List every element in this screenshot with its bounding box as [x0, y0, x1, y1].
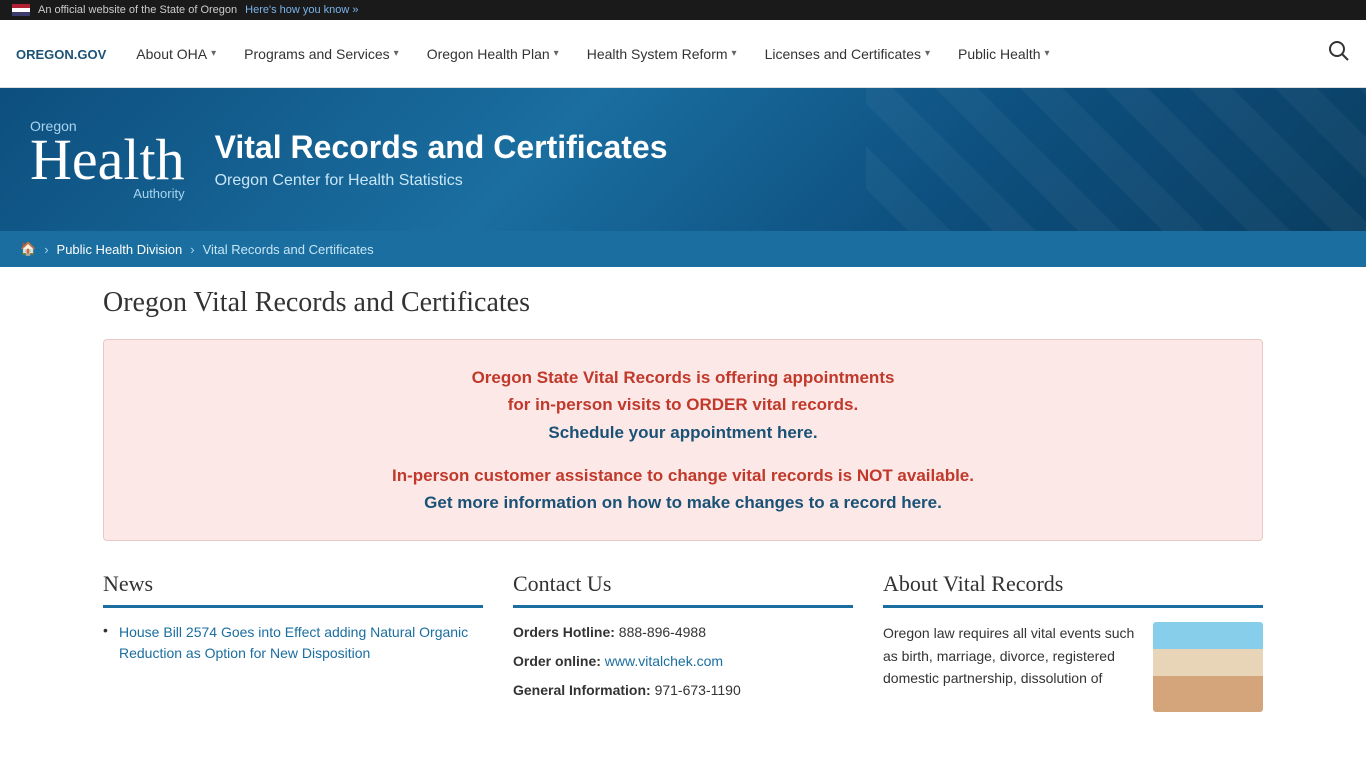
contact-label-general: General Information: — [513, 682, 651, 698]
hero-title-area: Vital Records and Certificates Oregon Ce… — [215, 129, 668, 190]
make-changes-link[interactable]: Get more information on how to make chan… — [424, 493, 942, 512]
news-list: House Bill 2574 Goes into Effect adding … — [103, 622, 483, 664]
news-column: News House Bill 2574 Goes into Effect ad… — [103, 571, 483, 712]
contact-value-hotline: 888-896-4988 — [619, 624, 706, 640]
breadcrumb-separator: › — [44, 242, 48, 257]
contact-link-vitalchek[interactable]: www.vitalchek.com — [605, 653, 723, 669]
state-flag-icon — [12, 4, 30, 16]
about-text: Oregon law requires all vital events suc… — [883, 622, 1139, 712]
three-columns: News House Bill 2574 Goes into Effect ad… — [103, 571, 1263, 712]
nav-items: About OHA ▾ Programs and Services ▾ Oreg… — [122, 24, 1320, 84]
breadcrumb-home-link[interactable]: 🏠 — [20, 241, 36, 257]
chevron-down-icon: ▾ — [394, 48, 399, 59]
notice-line-2: for in-person visits to ORDER vital reco… — [144, 391, 1222, 418]
hero-title: Vital Records and Certificates — [215, 129, 668, 166]
about-content: Oregon law requires all vital events suc… — [883, 622, 1263, 712]
chevron-down-icon: ▾ — [211, 48, 216, 59]
search-icon — [1328, 40, 1350, 62]
top-bar: An official website of the State of Oreg… — [0, 0, 1366, 20]
contact-row-online: Order online: www.vitalchek.com — [513, 651, 853, 672]
nav-item-about-oha[interactable]: About OHA ▾ — [122, 24, 230, 84]
notice-schedule-link: Schedule your appointment here. — [144, 419, 1222, 446]
search-button[interactable] — [1320, 32, 1358, 76]
hero-section: Oregon Health Authority Vital Records an… — [0, 88, 1366, 231]
breadcrumb-separator: › — [190, 242, 194, 257]
contact-value-general: 971-673-1190 — [655, 682, 741, 698]
chevron-down-icon: ▾ — [554, 48, 559, 59]
contact-label-hotline: Orders Hotline: — [513, 624, 615, 640]
nav-item-programs-services[interactable]: Programs and Services ▾ — [230, 24, 413, 84]
news-item-link[interactable]: House Bill 2574 Goes into Effect adding … — [119, 624, 468, 661]
notice-line-3: In-person customer assistance to change … — [144, 462, 1222, 489]
contact-column: Contact Us Orders Hotline: 888-896-4988 … — [513, 571, 853, 712]
chevron-down-icon: ▾ — [732, 48, 737, 59]
oregon-gov-logo: OREGON.GOV — [16, 46, 106, 62]
notice-spacer — [144, 446, 1222, 462]
home-icon: 🏠 — [20, 241, 36, 256]
chevron-down-icon: ▾ — [1045, 48, 1050, 59]
about-image-person — [1153, 622, 1263, 712]
nav-item-licenses-certificates[interactable]: Licenses and Certificates ▾ — [751, 24, 944, 84]
notice-box: Oregon State Vital Records is offering a… — [103, 339, 1263, 541]
contact-heading: Contact Us — [513, 571, 853, 608]
news-heading: News — [103, 571, 483, 608]
breadcrumb-link-public-health-division[interactable]: Public Health Division — [57, 242, 183, 257]
official-text: An official website of the State of Oreg… — [38, 4, 237, 16]
nav-item-oregon-health-plan[interactable]: Oregon Health Plan ▾ — [413, 24, 573, 84]
contact-label-online: Order online: — [513, 653, 601, 669]
schedule-appointment-link[interactable]: Schedule your appointment here — [548, 423, 813, 442]
verify-link[interactable]: Here's how you know » — [245, 4, 358, 16]
logo-area[interactable]: OREGON.GOV — [8, 46, 106, 62]
about-heading: About Vital Records — [883, 571, 1263, 608]
oha-logo: Oregon Health Authority — [30, 118, 185, 201]
about-column: About Vital Records Oregon law requires … — [883, 571, 1263, 712]
breadcrumb-current: Vital Records and Certificates — [203, 242, 374, 257]
notice-line-1: Oregon State Vital Records is offering a… — [144, 364, 1222, 391]
contact-row-hotline: Orders Hotline: 888-896-4988 — [513, 622, 853, 643]
contact-row-general: General Information: 971-673-1190 — [513, 680, 853, 701]
nav-item-public-health[interactable]: Public Health ▾ — [944, 24, 1064, 84]
breadcrumb: 🏠 › Public Health Division › Vital Recor… — [0, 231, 1366, 267]
main-nav: OREGON.GOV About OHA ▾ Programs and Serv… — [0, 20, 1366, 88]
chevron-down-icon: ▾ — [925, 48, 930, 59]
news-list-item: House Bill 2574 Goes into Effect adding … — [103, 622, 483, 664]
content-area: Oregon Vital Records and Certificates Or… — [83, 287, 1283, 712]
hero-subtitle: Oregon Center for Health Statistics — [215, 172, 668, 190]
notice-changes-link: Get more information on how to make chan… — [144, 489, 1222, 516]
nav-item-health-system-reform[interactable]: Health System Reform ▾ — [573, 24, 751, 84]
page-title: Oregon Vital Records and Certificates — [103, 287, 1263, 319]
about-image — [1153, 622, 1263, 712]
